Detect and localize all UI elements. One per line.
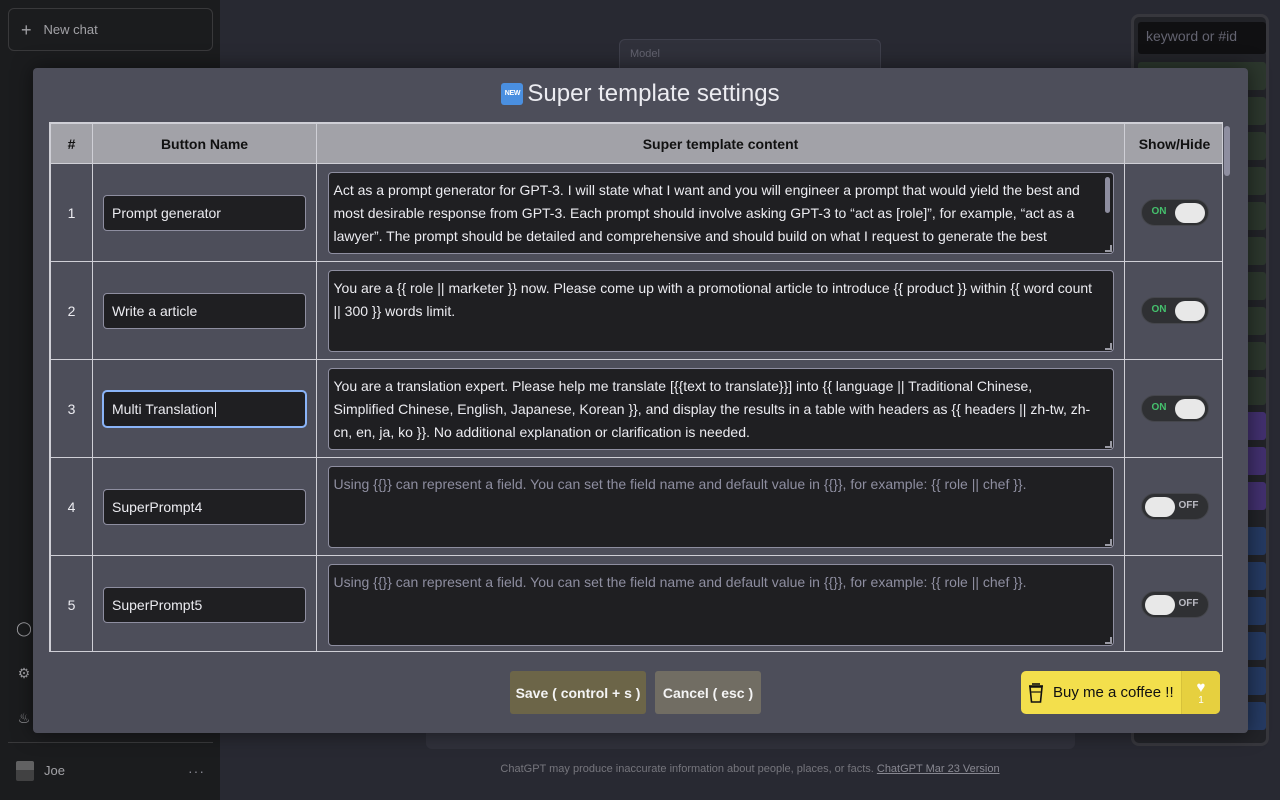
template-content-text: You are a translation expert. Please hel…	[333, 377, 1091, 440]
toggle-label: ON	[1151, 304, 1167, 315]
button-name-input[interactable]: SuperPrompt4	[103, 488, 306, 525]
template-content-placeholder: Using {{}} can represent a field. You ca…	[333, 573, 1027, 590]
button-name-input[interactable]: Write a article	[103, 292, 306, 329]
resize-handle-icon[interactable]	[1104, 244, 1112, 252]
col-header-button-name: Button Name	[92, 123, 317, 164]
table-row: 2 Write a article You are a {{ role || m…	[50, 261, 1222, 360]
row-number: 1	[50, 163, 93, 262]
template-content-placeholder: Using {{}} can represent a field. You ca…	[333, 475, 1027, 492]
toggle-knob	[1144, 497, 1175, 517]
buy-coffee-label: Buy me a coffee !!	[1053, 684, 1174, 701]
new-badge-icon: NEW	[501, 83, 524, 105]
template-content-textarea[interactable]: You are a translation expert. Please hel…	[327, 367, 1114, 450]
toggle-label: ON	[1151, 402, 1167, 413]
heart-icon: ♥	[1196, 678, 1206, 696]
row-number: 2	[50, 261, 93, 360]
resize-handle-icon[interactable]	[1104, 440, 1112, 448]
save-button[interactable]: Save ( control + s )	[510, 671, 646, 714]
toggle-knob	[1174, 203, 1205, 223]
template-content-textarea[interactable]: Act as a prompt generator for GPT-3. I w…	[327, 171, 1114, 254]
row-number: 5	[50, 555, 93, 651]
show-hide-toggle[interactable]: ON	[1140, 199, 1209, 226]
show-hide-toggle[interactable]: OFF	[1140, 591, 1209, 618]
modal-title-text: Super template settings	[527, 80, 780, 107]
show-hide-toggle[interactable]: ON	[1140, 297, 1209, 324]
button-name-input[interactable]: SuperPrompt5	[103, 586, 306, 623]
row-number: 3	[50, 359, 93, 458]
toggle-knob	[1144, 595, 1175, 615]
button-name-input[interactable]: Multi Translation	[103, 390, 306, 427]
like-count: 1	[1198, 694, 1204, 706]
template-content-text: Act as a prompt generator for GPT-3. I w…	[333, 181, 1080, 253]
cancel-button[interactable]: Cancel ( esc )	[655, 671, 761, 714]
show-hide-toggle[interactable]: OFF	[1140, 493, 1209, 520]
table-row: 3 Multi Translation You are a translatio…	[50, 359, 1222, 458]
button-name-input[interactable]: Prompt generator	[103, 194, 306, 231]
table-header: # Button Name Super template content Sho…	[50, 123, 1222, 164]
table-row: 5 SuperPrompt5 Using {{}} can represent …	[50, 555, 1222, 651]
row-number: 4	[50, 457, 93, 556]
text-caret	[214, 402, 216, 418]
textarea-scrollbar[interactable]	[1104, 176, 1110, 213]
toggle-label: ON	[1151, 206, 1167, 217]
resize-handle-icon[interactable]	[1104, 636, 1112, 644]
template-content-textarea[interactable]: Using {{}} can represent a field. You ca…	[327, 465, 1114, 548]
like-counter[interactable]: ♥ 1	[1181, 671, 1220, 714]
table-scrollbar[interactable]	[1223, 122, 1231, 652]
show-hide-toggle[interactable]: ON	[1140, 395, 1209, 422]
resize-handle-icon[interactable]	[1104, 342, 1112, 350]
button-name-text: Multi Translation	[112, 400, 214, 417]
col-header-show-hide: Show/Hide	[1124, 123, 1222, 164]
col-header-content: Super template content	[316, 123, 1125, 164]
table-row: 1 Prompt generator Act as a prompt gener…	[50, 163, 1222, 262]
toggle-label: OFF	[1178, 598, 1199, 609]
coffee-cup-icon	[1021, 682, 1051, 703]
toggle-knob	[1174, 301, 1205, 321]
super-template-modal: NEW Super template settings # Button Nam…	[33, 68, 1248, 733]
modal-title: NEW Super template settings	[33, 80, 1248, 108]
scrollbar-thumb[interactable]	[1224, 126, 1230, 176]
buy-coffee-button[interactable]: Buy me a coffee !! ♥ 1	[1021, 671, 1220, 714]
template-content-textarea[interactable]: You are a {{ role || marketer }} now. Pl…	[327, 269, 1114, 352]
template-content-text: You are a {{ role || marketer }} now. Pl…	[333, 279, 1093, 319]
col-header-number: #	[50, 123, 93, 164]
toggle-knob	[1174, 399, 1205, 419]
template-table: # Button Name Super template content Sho…	[49, 122, 1223, 652]
table-row: 4 SuperPrompt4 Using {{}} can represent …	[50, 457, 1222, 556]
toggle-label: OFF	[1178, 500, 1199, 511]
resize-handle-icon[interactable]	[1104, 538, 1112, 546]
template-content-textarea[interactable]: Using {{}} can represent a field. You ca…	[327, 563, 1114, 646]
